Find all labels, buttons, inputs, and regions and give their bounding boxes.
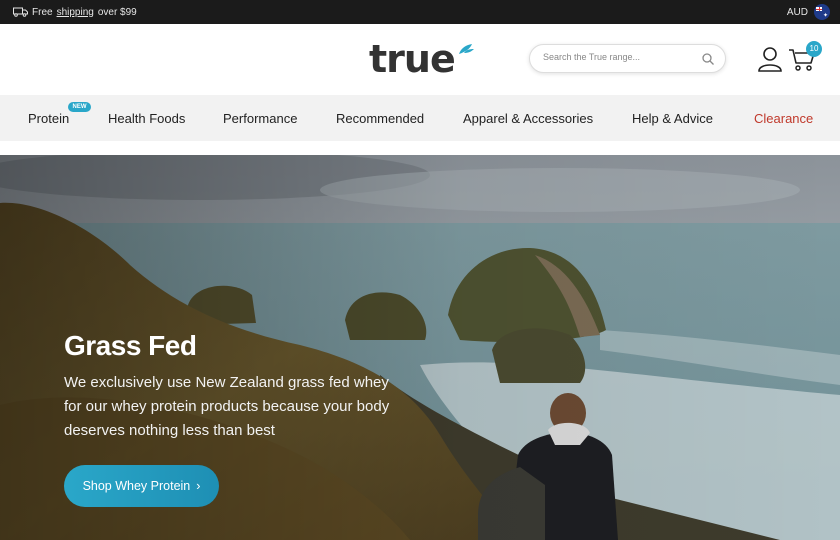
shipping-suffix: over $99 (97, 6, 137, 18)
chevron-right-icon[interactable]: › (196, 479, 200, 493)
australia-flag-icon[interactable] (814, 4, 830, 20)
logo[interactable]: true (369, 37, 456, 81)
account-icon[interactable] (757, 46, 783, 72)
hero-banner: Grass Fed We exclusively use New Zealand… (0, 155, 840, 540)
currency-label[interactable]: AUD (787, 7, 808, 18)
nav-item-help-advice[interactable]: Help & Advice (632, 111, 713, 126)
search-box[interactable] (529, 44, 726, 73)
nav-item-performance[interactable]: Performance (223, 111, 297, 126)
announcement-bar: Free shipping over $99 AUD (0, 0, 840, 24)
shop-whey-protein-button[interactable]: Shop Whey Protein › (64, 465, 219, 507)
nav-item-protein[interactable]: Protein (28, 111, 69, 126)
currency-selector[interactable]: AUD (787, 4, 830, 20)
search-input[interactable] (543, 52, 693, 62)
cart-count-badge: 10 (806, 41, 822, 57)
hero-button-label[interactable]: Shop Whey Protein (83, 479, 191, 493)
leaf-icon (459, 44, 474, 54)
nav-item-clearance[interactable]: Clearance (754, 111, 813, 126)
shipping-prefix: Free (32, 6, 53, 18)
site-header: true 10 (0, 24, 840, 95)
nav-item-recommended[interactable]: Recommended (336, 111, 424, 126)
new-badge: NEW (68, 102, 91, 112)
truck-icon (13, 7, 28, 17)
nav-item-health-foods[interactable]: Health Foods (108, 111, 185, 126)
main-nav: Protein NEW Health Foods Performance Rec… (0, 95, 840, 141)
shipping-link[interactable]: shipping (57, 7, 94, 18)
hero-title: Grass Fed (64, 330, 197, 361)
shipping-notice: Free shipping over $99 (13, 5, 137, 19)
nav-item-apparel-accessories[interactable]: Apparel & Accessories (463, 111, 593, 126)
hero-description: We exclusively use New Zealand grass fed… (64, 374, 390, 439)
search-icon[interactable] (701, 52, 715, 66)
